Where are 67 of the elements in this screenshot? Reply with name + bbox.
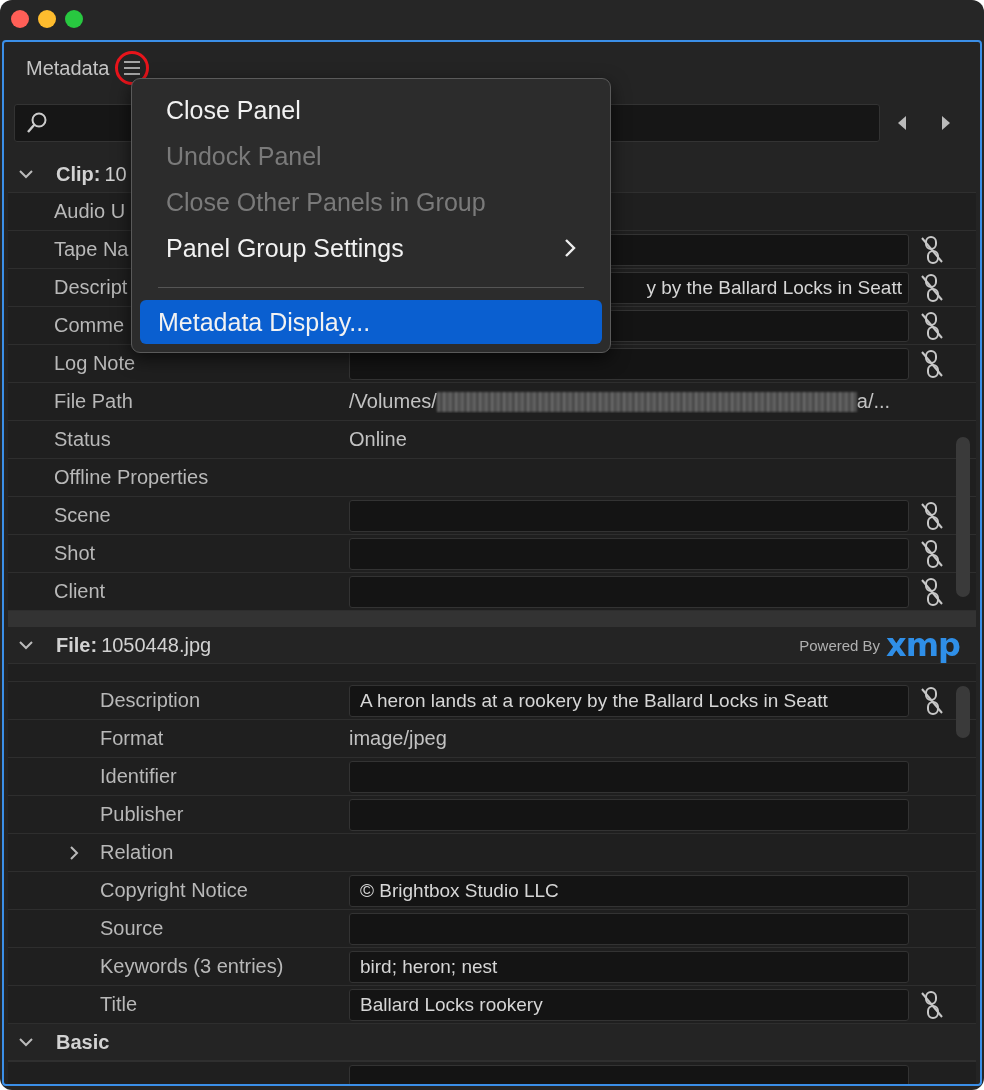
menu-item[interactable]: Panel Group Settings: [140, 225, 602, 271]
property-label: Comme: [54, 314, 124, 337]
property-field[interactable]: Ballard Locks rookery: [349, 988, 909, 1021]
menu-icon[interactable]: [123, 61, 142, 75]
section-title: Clip:: [56, 162, 101, 186]
property-label: Identifier: [100, 765, 177, 788]
property-field[interactable]: [349, 347, 909, 380]
expanded-chevron-icon[interactable]: [16, 168, 36, 180]
expanded-chevron-icon[interactable]: [16, 1036, 36, 1048]
property-label: Source: [100, 917, 164, 940]
unlink-icon[interactable]: [919, 576, 944, 607]
xmp-logo: xmp: [886, 629, 960, 661]
property-label: Keywords (3 entries): [100, 955, 284, 978]
unlink-icon[interactable]: [919, 989, 944, 1020]
scrollbar-thumb[interactable]: [956, 686, 970, 738]
panel-title[interactable]: Metadata: [26, 56, 110, 80]
property-label: Audio U: [54, 200, 126, 223]
property-field[interactable]: [349, 760, 909, 793]
property-label: Tape Na: [54, 238, 129, 261]
property-value: a/...: [856, 390, 891, 413]
property-field[interactable]: bird; heron; nest: [349, 950, 909, 983]
property-field[interactable]: [349, 499, 909, 532]
minimize-window-button[interactable]: [38, 10, 56, 28]
property-label: Copyright Notice: [100, 879, 248, 902]
unlink-icon[interactable]: [919, 272, 944, 303]
property-field[interactable]: [349, 798, 909, 831]
scrollbar-thumb[interactable]: [956, 437, 970, 597]
unlink-icon[interactable]: [919, 348, 944, 379]
search-icon: [25, 111, 49, 135]
unlink-icon[interactable]: [919, 685, 944, 716]
expanded-chevron-icon[interactable]: [16, 639, 36, 651]
property-field[interactable]: [349, 575, 909, 608]
unlink-icon[interactable]: [919, 538, 944, 569]
property-field[interactable]: © Brightbox Studio LLC: [349, 874, 909, 907]
property-label: Title: [100, 993, 138, 1016]
property-field[interactable]: A heron lands at a rookery by the Ballard Locks in Seatt: [349, 684, 909, 717]
unlink-icon[interactable]: [919, 310, 944, 341]
property-label: Format: [100, 727, 164, 750]
section-name: 1050448.jpg: [101, 633, 212, 657]
section-title: Basic: [56, 1030, 110, 1054]
property-label: Offline Properties: [54, 466, 209, 489]
section-title: File:: [56, 633, 98, 657]
property-label: Scene: [54, 504, 111, 527]
property-value: /Volumes/: [349, 390, 437, 413]
menu-item[interactable]: Metadata Display...: [140, 300, 602, 344]
property-label: File Path: [54, 390, 133, 413]
unlink-icon[interactable]: [919, 500, 944, 531]
zoom-window-button[interactable]: [65, 10, 83, 28]
property-label: Shot: [54, 542, 96, 565]
property-label: Description: [100, 689, 201, 712]
powered-by-label: Powered By: [799, 636, 881, 654]
previous-arrow-icon[interactable]: [897, 116, 907, 130]
close-window-button[interactable]: [11, 10, 29, 28]
property-value: image/jpeg: [349, 727, 447, 750]
menu-item[interactable]: Close Panel: [140, 87, 602, 133]
property-label: Client: [54, 580, 106, 603]
section-name: 10: [104, 162, 127, 186]
property-field[interactable]: [349, 912, 909, 945]
next-arrow-icon[interactable]: [941, 116, 951, 130]
property-label: Relation: [100, 841, 174, 864]
property-field[interactable]: [349, 537, 909, 570]
property-label: Log Note: [54, 352, 136, 375]
property-label: Publisher: [100, 803, 184, 826]
property-value: Online: [349, 428, 407, 451]
property-label: Descript: [54, 276, 128, 299]
property-label: Status: [54, 428, 111, 451]
unlink-icon[interactable]: [919, 234, 944, 265]
